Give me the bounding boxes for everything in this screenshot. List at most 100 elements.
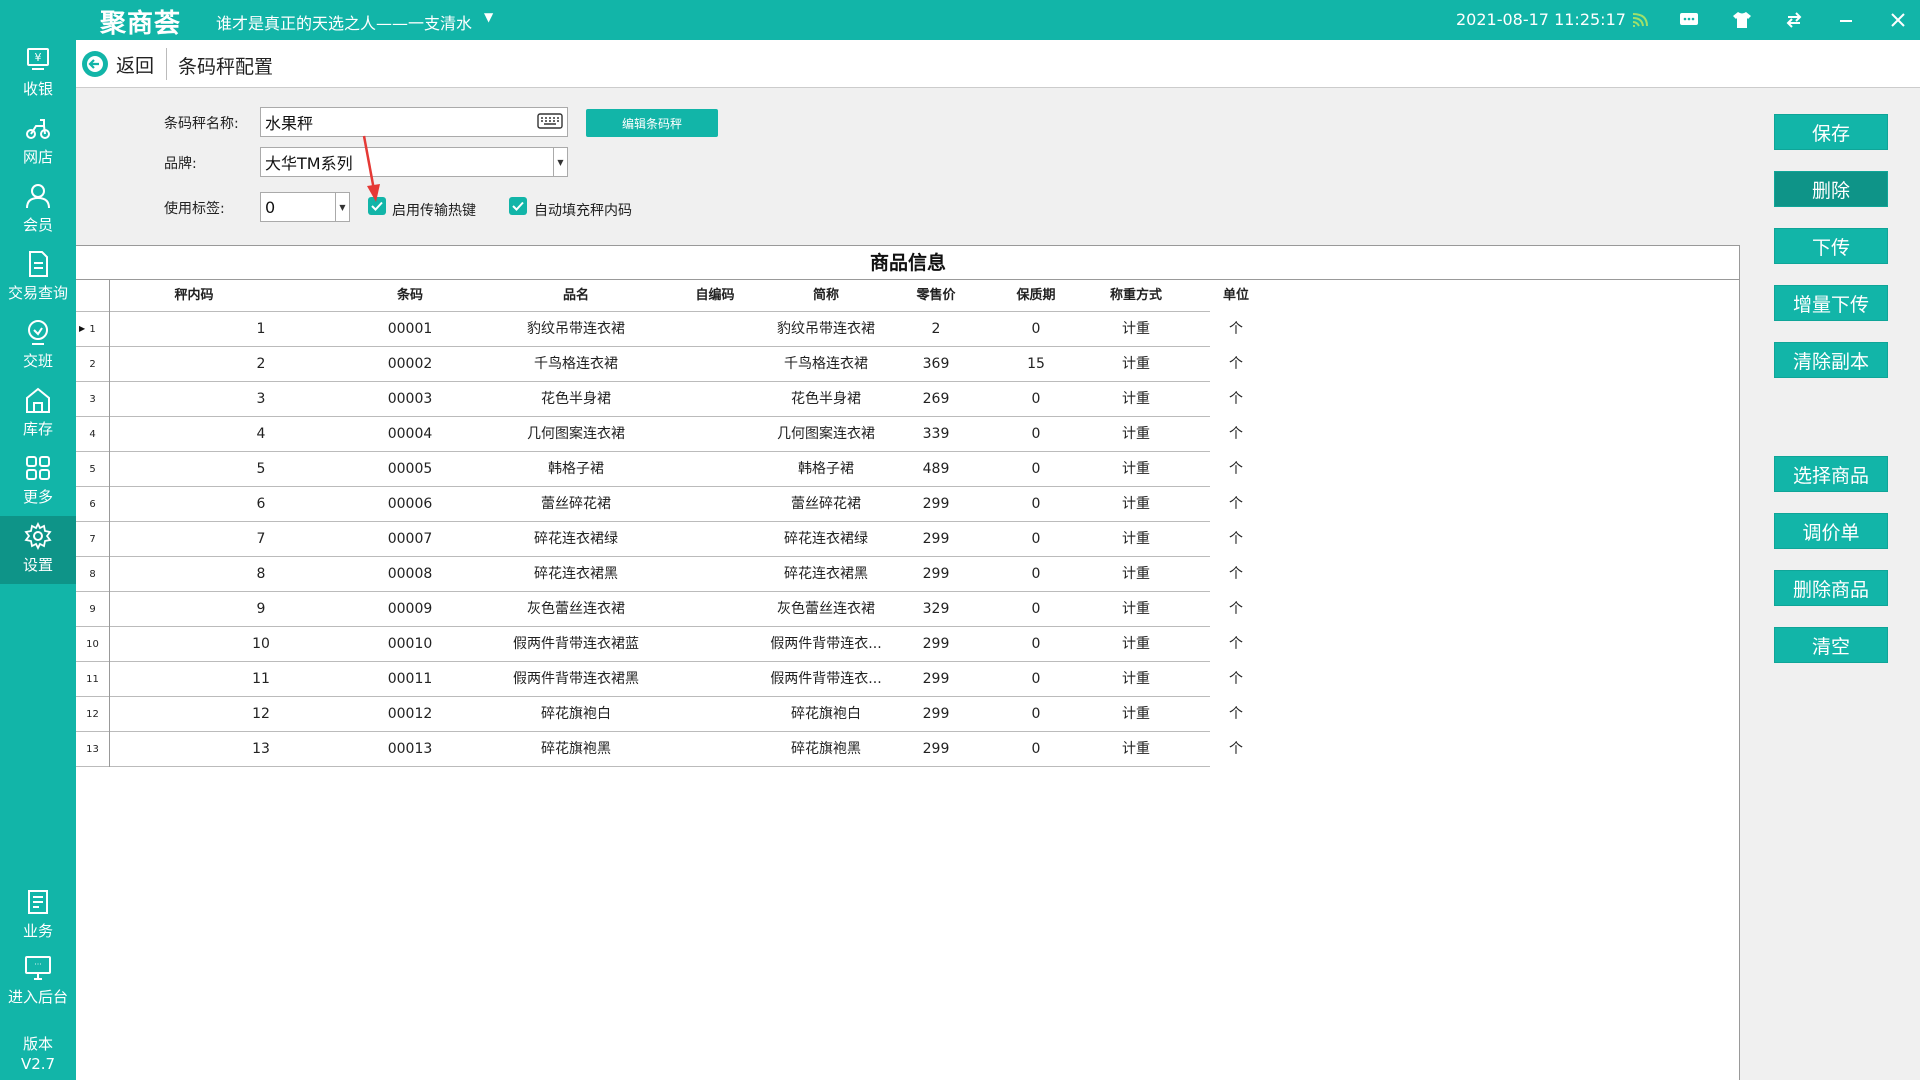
cell-plu: 1 — [256, 321, 266, 337]
sidebar-item-handover[interactable]: 交班 — [0, 312, 76, 380]
shirt-icon[interactable] — [1730, 8, 1754, 32]
table-row[interactable]: 13 13 00013 碎花旗袍黑 碎花旗袍黑 299 0 计重 个 — [76, 732, 1243, 767]
cell-selfcode — [671, 592, 761, 627]
clear-button[interactable]: 清空 — [1774, 627, 1888, 663]
minimize-icon[interactable] — [1834, 8, 1858, 32]
cell-shelf: 0 — [1031, 531, 1041, 547]
cell-shelf: 0 — [1031, 706, 1041, 722]
app-logo: 聚商荟 — [100, 9, 182, 39]
tag-select[interactable]: 0 ▼ — [260, 192, 350, 222]
sidebar-item-online-store[interactable]: 网店 — [0, 108, 76, 176]
cell-plu: 9 — [256, 601, 266, 617]
column-header[interactable]: 简称 — [776, 280, 876, 312]
column-header[interactable]: 单位 — [1186, 280, 1286, 312]
cell-shelf: 0 — [1031, 321, 1041, 337]
price-adjust-button[interactable]: 调价单 — [1774, 513, 1888, 549]
sidebar-item-label: 进入后台 — [7, 988, 68, 1006]
version-number: V2.7 — [20, 1055, 56, 1073]
close-icon[interactable] — [1886, 8, 1910, 32]
table-row[interactable]: 2 2 00002 千鸟格连衣裙 千鸟格连衣裙 369 15 计重 个 — [76, 347, 1243, 382]
sidebar-item-label: 网店 — [22, 148, 53, 166]
cell-short: 碎花连衣裙黑 — [784, 566, 868, 582]
sidebar-item-business[interactable]: 业务 — [0, 882, 76, 950]
column-header[interactable]: 称重方式 — [1086, 280, 1186, 312]
sidebar-item-label: 库存 — [22, 420, 53, 438]
cell-weigh: 计重 — [1122, 426, 1150, 442]
table-row[interactable]: 9 9 00009 灰色蕾丝连衣裙 灰色蕾丝连衣裙 329 0 计重 个 — [76, 592, 1243, 627]
cell-weigh: 计重 — [1122, 321, 1150, 337]
column-header[interactable]: 条码 — [360, 280, 460, 312]
sidebar-item-label: 更多 — [22, 488, 53, 506]
sidebar-item-cashier[interactable]: ¥ 收银 — [0, 40, 76, 108]
cell-price: 489 — [922, 461, 950, 477]
cell-weigh: 计重 — [1122, 741, 1150, 757]
chevron-down-icon[interactable]: ▼ — [484, 10, 493, 24]
cell-barcode: 00004 — [387, 426, 433, 442]
cell-shelf: 0 — [1031, 601, 1041, 617]
table-row[interactable]: 1 ▶ 1 00001 豹纹吊带连衣裙 豹纹吊带连衣裙 2 0 计重个 — [76, 312, 1243, 347]
header-divider — [166, 48, 167, 80]
grid-icon — [26, 456, 50, 480]
cell-price: 299 — [922, 496, 950, 512]
cell-short: 豹纹吊带连衣裙 — [777, 321, 875, 337]
column-header[interactable]: 品名 — [526, 280, 626, 312]
cell-short: 灰色蕾丝连衣裙 — [777, 601, 875, 617]
cell-selfcode — [671, 557, 761, 592]
chevron-down-icon[interactable]: ▼ — [335, 193, 349, 221]
cell-barcode: 00013 — [387, 741, 433, 757]
table-row[interactable]: 5 5 00005 韩格子裙 韩格子裙 489 0 计重 个 — [76, 452, 1243, 487]
table-row[interactable]: 12 12 00012 碎花旗袍白 碎花旗袍白 299 0 计重 个 — [76, 697, 1243, 732]
sidebar-item-inventory[interactable]: 库存 — [0, 380, 76, 448]
sidebar-item-label: 业务 — [22, 922, 53, 940]
current-row-pointer-icon: ▶ — [79, 324, 86, 333]
shop-name[interactable]: 谁才是真正的天选之人——一支清水 — [216, 10, 472, 34]
cell-barcode: 00007 — [387, 531, 433, 547]
delete-goods-button[interactable]: 删除商品 — [1774, 570, 1888, 606]
sidebar-item-transactions[interactable]: 交易查询 — [0, 244, 76, 312]
title-bar: 聚商荟 谁才是真正的天选之人——一支清水 ▼ 2021-08-17 11:25:… — [0, 0, 1920, 40]
sidebar-item-member[interactable]: 会员 — [0, 176, 76, 244]
scale-name-input[interactable]: 水果秤 — [260, 107, 568, 137]
table-row[interactable]: 7 7 00007 碎花连衣裙绿 碎花连衣裙绿 299 0 计重 个 — [76, 522, 1243, 557]
download-button[interactable]: 下传 — [1774, 228, 1888, 264]
column-header[interactable]: 零售价 — [886, 280, 986, 312]
cell-unit: 个 — [1229, 601, 1243, 617]
column-header[interactable]: 保质期 — [986, 280, 1086, 312]
incremental-download-button[interactable]: 增量下传 — [1774, 285, 1888, 321]
chevron-down-icon[interactable]: ▼ — [553, 148, 567, 176]
cell-plu: 2 — [256, 356, 266, 372]
cell-shelf: 0 — [1031, 426, 1041, 442]
cell-name: 蕾丝碎花裙 — [541, 496, 611, 512]
select-goods-button[interactable]: 选择商品 — [1774, 456, 1888, 492]
sidebar-item-settings[interactable]: 设置 — [0, 516, 76, 584]
sidebar-item-more[interactable]: 更多 — [0, 448, 76, 516]
page-title: 条码秤配置 — [178, 56, 274, 78]
sidebar-item-backend[interactable]: ··· 进入后台 — [0, 948, 76, 1016]
cell-plu: 13 — [252, 741, 270, 757]
cell-weigh: 计重 — [1122, 706, 1150, 722]
warehouse-icon — [26, 387, 50, 413]
brand-select[interactable]: 大华TM系列 ▼ — [260, 147, 568, 177]
tag-value: 0 — [265, 197, 276, 217]
column-header[interactable]: 秤内码 — [144, 280, 244, 312]
cell-weigh: 计重 — [1122, 391, 1150, 407]
table-row[interactable]: 6 6 00006 蕾丝碎花裙 蕾丝碎花裙 299 0 计重 个 — [76, 487, 1243, 522]
clear-copy-button[interactable]: 清除副本 — [1774, 342, 1888, 378]
table-row[interactable]: 3 3 00003 花色半身裙 花色半身裙 269 0 计重 个 — [76, 382, 1243, 417]
message-icon[interactable] — [1677, 8, 1701, 32]
autofill-checkbox[interactable] — [509, 197, 527, 215]
table-row[interactable]: 4 4 00004 几何图案连衣裙 几何图案连衣裙 339 0 计重 个 — [76, 417, 1243, 452]
edit-scale-button[interactable]: 编辑条码秤 — [586, 109, 718, 137]
column-header[interactable]: 自编码 — [665, 280, 765, 312]
table-row[interactable]: 11 11 00011 假两件背带连衣裙黑 假两件背带连衣... 299 0 计重 个 — [76, 662, 1243, 697]
back-button[interactable]: 返回 — [82, 50, 166, 78]
save-button[interactable]: 保存 — [1774, 114, 1888, 150]
delete-button[interactable]: 删除 — [1774, 171, 1888, 207]
table-row[interactable]: 10 10 00010 假两件背带连衣裙蓝 假两件背带连衣... 299 0 计重 个 — [76, 627, 1243, 662]
cell-selfcode — [671, 312, 761, 347]
table-row[interactable]: 8 8 00008 碎花连衣裙黑 碎花连衣裙黑 299 0 计重 个 — [76, 557, 1243, 592]
cell-name: 碎花旗袍白 — [541, 706, 611, 722]
keyboard-icon[interactable] — [535, 110, 565, 132]
swap-icon[interactable] — [1782, 8, 1806, 32]
cell-shelf: 0 — [1031, 461, 1041, 477]
